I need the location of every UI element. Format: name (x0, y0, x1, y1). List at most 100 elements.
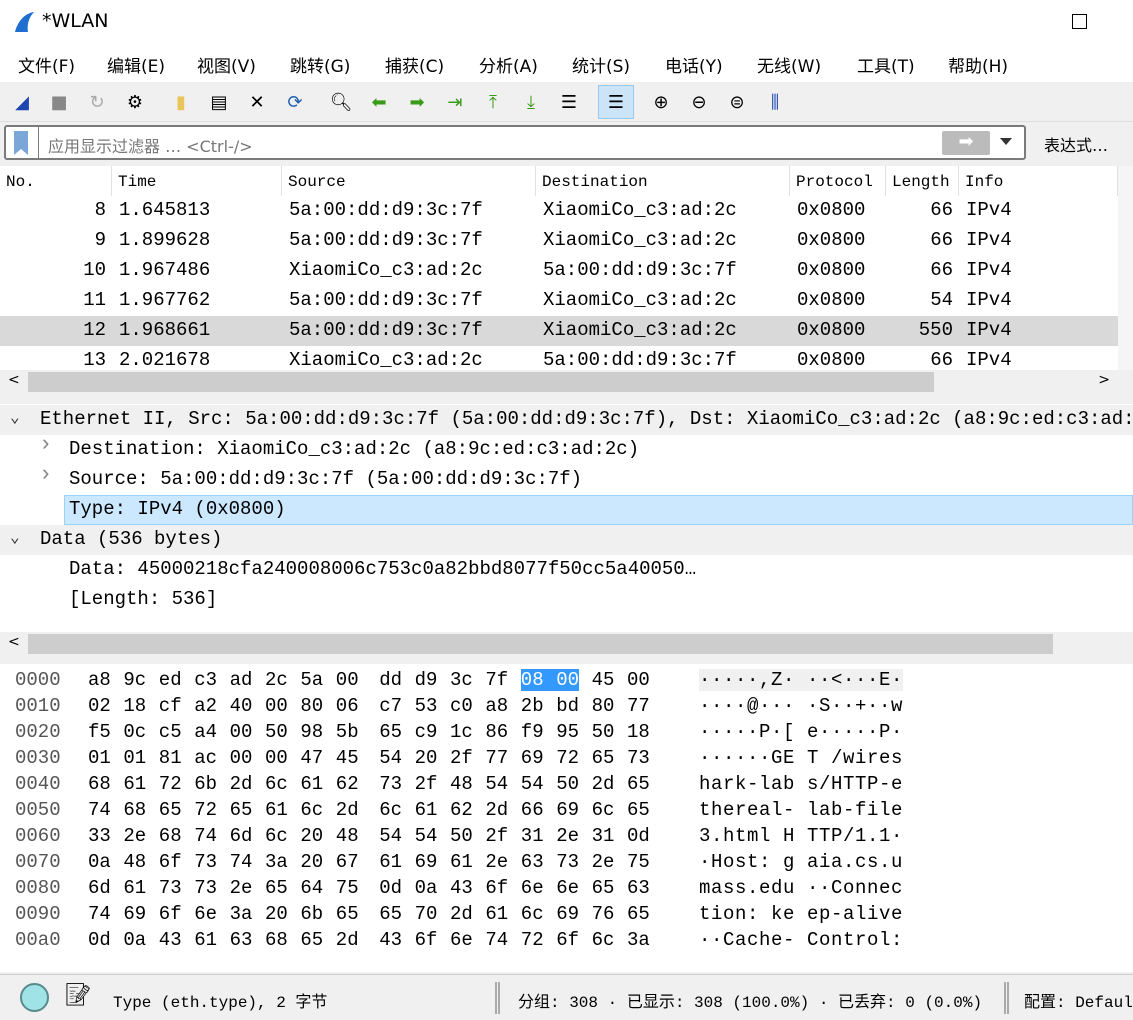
hex-byte[interactable]: 1c (450, 721, 473, 743)
hex-byte[interactable]: 72 (556, 747, 579, 769)
hex-byte[interactable]: 2d (336, 799, 359, 821)
hex-byte[interactable]: 00 (265, 747, 288, 769)
status-profile[interactable]: 配置: Default (1024, 988, 1133, 1012)
hex-byte[interactable]: 6c (379, 799, 402, 821)
hex-byte[interactable]: 6d (88, 877, 111, 899)
hex-byte[interactable]: 3c (450, 669, 473, 691)
hex-byte[interactable]: 98 (300, 721, 323, 743)
column-header-info[interactable]: Info (959, 166, 1118, 196)
start-capture-icon[interactable]: ◢ (8, 88, 36, 116)
menu-item[interactable]: 工具(T) (857, 52, 915, 77)
hex-byte[interactable]: 2e (123, 825, 146, 847)
detail-row[interactable]: Data: 45000218cfa240008006c753c0a82bbd80… (0, 555, 1133, 585)
zoom-in-icon[interactable]: ⊕ (647, 88, 675, 116)
hex-byte[interactable]: c3 (194, 669, 217, 691)
hex-byte[interactable]: 6e (556, 877, 579, 899)
packet-list-vscroll[interactable] (1118, 166, 1133, 370)
hex-byte[interactable]: 48 (123, 851, 146, 873)
hex-byte[interactable]: a2 (194, 695, 217, 717)
detail-row[interactable]: Type: IPv4 (0x0800) (0, 495, 1133, 525)
hex-byte[interactable]: 2f (485, 825, 508, 847)
hex-byte[interactable]: 65 (265, 877, 288, 899)
hex-byte[interactable]: 2b (521, 695, 544, 717)
packet-row[interactable]: 8 1.645813 5a:00:dd:d9:3c:7f XiaomiCo_c3:ad… (0, 196, 1118, 226)
hex-byte[interactable]: 0d (379, 877, 402, 899)
column-header-length[interactable]: Length (886, 166, 959, 196)
menu-item[interactable]: 编辑(E) (107, 52, 165, 77)
menu-item[interactable]: 无线(W) (757, 52, 821, 77)
hex-byte[interactable]: 73 (194, 851, 217, 873)
hex-byte[interactable]: 74 (88, 799, 111, 821)
hex-byte[interactable]: 54 (521, 773, 544, 795)
hex-byte[interactable]: 72 (194, 799, 217, 821)
hex-byte[interactable]: dd (379, 669, 402, 691)
hex-byte[interactable]: 0a (123, 929, 146, 951)
hex-byte[interactable]: 61 (485, 903, 508, 925)
hex-byte[interactable]: 68 (88, 773, 111, 795)
hex-byte[interactable]: 6c (265, 825, 288, 847)
hex-byte[interactable]: 2e (485, 851, 508, 873)
column-header-no[interactable]: No. (0, 166, 112, 196)
hex-byte[interactable]: bd (556, 695, 579, 717)
first-packet-icon[interactable]: ⤒ (479, 88, 507, 116)
hex-byte[interactable]: 6d (230, 825, 253, 847)
packet-list-hscroll[interactable]: < > (0, 370, 1118, 394)
chevron-down-icon[interactable]: ⌄ (10, 527, 20, 547)
reload-file-icon[interactable]: ⟳ (281, 88, 309, 116)
display-filter-input[interactable]: 应用显示过滤器 … <Ctrl-/> ➡ (4, 125, 1026, 160)
hex-byte[interactable]: 53 (415, 695, 438, 717)
hex-ascii[interactable]: ·Host: g aia.cs.u (699, 851, 903, 873)
close-file-icon[interactable]: ✕ (243, 88, 271, 116)
hex-byte[interactable]: 61 (300, 773, 323, 795)
hex-byte[interactable]: 3a (230, 903, 253, 925)
hex-byte[interactable]: a8 (88, 669, 111, 691)
hex-byte[interactable]: 18 (123, 695, 146, 717)
chevron-right-icon[interactable]: › (39, 462, 52, 487)
maximize-icon[interactable] (1072, 14, 1087, 29)
hex-byte[interactable]: 80 (300, 695, 323, 717)
hex-byte[interactable]: c9 (415, 721, 438, 743)
detail-row[interactable]: [Length: 536] (0, 585, 1133, 615)
hex-byte[interactable]: 69 (521, 747, 544, 769)
hex-byte[interactable]: 20 (300, 825, 323, 847)
hex-byte[interactable]: 66 (521, 799, 544, 821)
hex-byte[interactable]: 65 (592, 877, 615, 899)
hex-byte[interactable]: 01 (88, 747, 111, 769)
capture-options-icon[interactable]: ⚙ (121, 88, 149, 116)
hex-byte[interactable]: 50 (592, 721, 615, 743)
menu-item[interactable]: 文件(F) (18, 52, 75, 77)
hex-byte[interactable]: 74 (88, 903, 111, 925)
go-back-icon[interactable]: ⬅ (365, 88, 393, 116)
hex-byte[interactable]: 54 (379, 825, 402, 847)
hex-byte[interactable]: 6f (159, 903, 182, 925)
hex-byte[interactable]: 74 (485, 929, 508, 951)
hex-byte[interactable]: 61 (265, 799, 288, 821)
hex-byte[interactable]: a8 (485, 695, 508, 717)
hex-byte[interactable]: 76 (592, 903, 615, 925)
hex-byte[interactable]: 00 (627, 669, 650, 691)
hex-byte[interactable]: 2d (485, 799, 508, 821)
hex-byte[interactable]: 73 (379, 773, 402, 795)
hex-byte[interactable]: 20 (300, 851, 323, 873)
hex-ascii[interactable]: ····@··· ·S··+··w (699, 695, 903, 717)
hex-byte[interactable]: 68 (159, 825, 182, 847)
hex-byte[interactable]: 40 (230, 695, 253, 717)
hex-byte[interactable]: 54 (415, 825, 438, 847)
hex-byte[interactable]: 61 (123, 773, 146, 795)
hex-byte[interactable]: 3a (265, 851, 288, 873)
detail-row[interactable]: › Source: 5a:00:dd:d9:3c:7f (5a:00:dd:d9:… (0, 462, 1133, 495)
hex-byte[interactable]: 62 (336, 773, 359, 795)
hex-byte[interactable]: 72 (521, 929, 544, 951)
hex-byte[interactable]: 00 (230, 747, 253, 769)
menu-item[interactable]: 统计(S) (572, 52, 630, 77)
hex-byte[interactable]: 48 (336, 825, 359, 847)
hex-byte[interactable]: 0a (88, 851, 111, 873)
hex-byte[interactable]: 73 (627, 747, 650, 769)
hex-ascii[interactable]: ·····,Z· ··<···E· (699, 669, 904, 691)
hex-byte[interactable]: 2d (336, 929, 359, 951)
autoscroll-icon[interactable]: ☰ (555, 88, 583, 116)
hex-byte[interactable]: 2e (556, 825, 579, 847)
hex-byte[interactable]: 0d (88, 929, 111, 951)
resize-columns-icon[interactable]: ⫼ (761, 88, 789, 116)
hex-byte[interactable]: 31 (521, 825, 544, 847)
